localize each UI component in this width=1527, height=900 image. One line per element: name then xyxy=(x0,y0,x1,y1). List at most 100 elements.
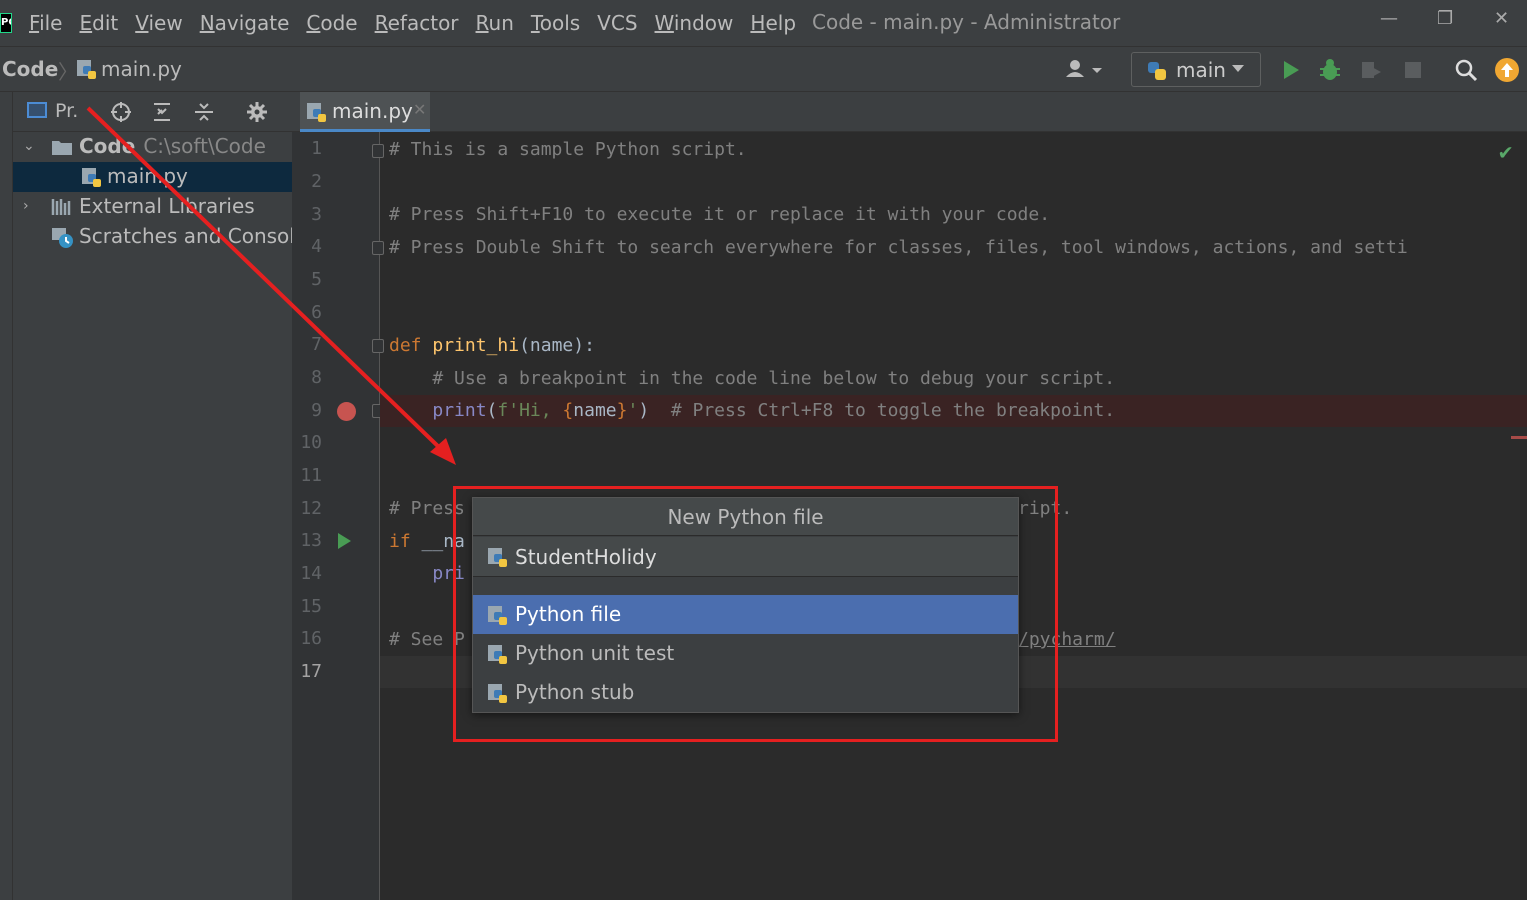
menu-label: ools xyxy=(539,11,581,35)
project-view-dropdown[interactable]: Pr. xyxy=(55,100,78,122)
breakpoint-icon[interactable] xyxy=(337,402,356,421)
line-number: 9 xyxy=(311,400,322,421)
collapse-all-icon[interactable] xyxy=(192,100,216,124)
navigation-bar: Code 〉 main.py main xyxy=(0,46,1527,92)
tree-item-label: External Libraries xyxy=(79,194,255,218)
fstring-brace: } xyxy=(616,400,628,421)
menu-mnemonic: C xyxy=(306,11,321,35)
menu-code[interactable]: Code xyxy=(306,11,357,35)
tree-item-path: C:\soft\Code xyxy=(143,134,266,158)
gear-icon[interactable] xyxy=(245,100,269,124)
search-icon[interactable] xyxy=(1453,57,1479,83)
chevron-right-icon: › xyxy=(23,198,29,214)
menu-label: ode xyxy=(320,11,358,35)
line-number: 13 xyxy=(300,530,322,551)
menu-mnemonic: V xyxy=(135,11,149,35)
python-file-icon xyxy=(306,102,328,128)
line-number: 15 xyxy=(300,596,322,617)
menu-window[interactable]: Window xyxy=(655,11,734,35)
menu-label: iew xyxy=(148,11,183,35)
line-number: 1 xyxy=(311,138,322,159)
menu-edit[interactable]: Edit xyxy=(79,11,118,35)
code-line-8: # Use a breakpoint in the code line belo… xyxy=(389,368,1116,389)
menu-label: efactor xyxy=(387,11,459,35)
fstring-brace: { xyxy=(562,400,574,421)
project-header: Pr. xyxy=(13,92,292,132)
editor-gutter[interactable]: 1 2 3 4 5 6 7 8 9 10 11 12 13 14 15 16 1… xyxy=(292,132,384,900)
inspection-ok-icon[interactable]: ✔ xyxy=(1499,140,1512,165)
menu-navigate[interactable]: Navigate xyxy=(200,11,290,35)
line-number: 11 xyxy=(300,465,322,486)
tree-item-project-root[interactable]: ⌄ Code C:\soft\Code xyxy=(13,132,292,162)
tree-item-scratches[interactable]: Scratches and Consoles xyxy=(13,222,292,252)
menu-view[interactable]: View xyxy=(135,11,182,35)
menu-tools[interactable]: Tools xyxy=(531,11,580,35)
breadcrumb-separator: 〉 xyxy=(58,60,78,84)
menu-mnemonic: F xyxy=(29,11,40,35)
minimize-icon[interactable]: — xyxy=(1380,8,1398,29)
keyword: def xyxy=(389,335,422,356)
tree-item-label: main.py xyxy=(107,164,188,188)
expand-all-icon[interactable] xyxy=(150,100,174,124)
chevron-down-icon: ⌄ xyxy=(23,138,35,154)
menu-mnemonic: V xyxy=(597,11,611,35)
menu-mnemonic: H xyxy=(750,11,766,35)
code-token: ( xyxy=(486,400,498,421)
tree-item-label: Scratches and Consoles xyxy=(79,224,292,248)
run-icon[interactable] xyxy=(1278,57,1304,83)
menu-help[interactable]: Help xyxy=(750,11,796,35)
menu-mnemonic: E xyxy=(79,11,93,35)
code-line-7: def print_hi(name): xyxy=(389,330,595,362)
update-available-icon[interactable] xyxy=(1494,57,1520,83)
breadcrumb-project[interactable]: Code xyxy=(2,57,58,81)
run-configuration-label: main xyxy=(1176,58,1226,82)
user-account-icon[interactable] xyxy=(1064,57,1104,83)
menu-mnemonic: R xyxy=(374,11,388,35)
menu-label: CS xyxy=(610,11,638,35)
tree-item-external-libraries[interactable]: › External Libraries xyxy=(13,192,292,222)
restore-icon[interactable]: ❐ xyxy=(1437,8,1453,29)
line-number: 8 xyxy=(311,367,322,388)
annotation-highlight-box xyxy=(453,486,1058,742)
run-with-coverage-icon[interactable] xyxy=(1358,57,1384,83)
library-icon xyxy=(51,197,73,222)
string: ' xyxy=(627,400,639,421)
run-gutter-icon[interactable] xyxy=(338,533,351,549)
menu-mnemonic: R xyxy=(475,11,489,35)
project-tool-window: Pr. ⌄ Code C:\soft\Code main.py › Externa… xyxy=(13,92,292,900)
locate-file-icon[interactable] xyxy=(109,100,133,124)
menu-label: ile xyxy=(39,11,63,35)
line-number: 2 xyxy=(311,171,322,192)
window-title: Code - main.py - Administrator xyxy=(812,10,1121,34)
breadcrumb-file[interactable]: main.py xyxy=(101,57,182,81)
code-token: (name): xyxy=(519,335,595,356)
close-icon[interactable]: ✕ xyxy=(1494,8,1509,29)
tab-main-py[interactable]: main.py ✕ xyxy=(300,92,430,132)
keyword: if xyxy=(389,531,411,552)
error-stripe-marker[interactable] xyxy=(1511,436,1527,439)
code-token: name xyxy=(573,400,617,421)
menu-mnemonic: T xyxy=(530,11,540,35)
menu-vcs[interactable]: VCS xyxy=(597,11,637,35)
tree-item-main-py[interactable]: main.py xyxy=(13,162,292,192)
line-number: 17 xyxy=(300,661,322,682)
builtin: print xyxy=(432,400,487,421)
stop-icon[interactable] xyxy=(1400,57,1426,83)
string: f'Hi, xyxy=(497,400,563,421)
line-number: 12 xyxy=(300,498,322,519)
menu-run[interactable]: Run xyxy=(476,11,514,35)
menu-file[interactable]: File xyxy=(29,11,62,35)
line-number: 7 xyxy=(311,334,322,355)
menu-refactor[interactable]: Refactor xyxy=(375,11,459,35)
comment: # Press Ctrl+F8 to toggle the breakpoint… xyxy=(649,400,1116,421)
close-tab-icon[interactable]: ✕ xyxy=(413,100,426,119)
line-number: 3 xyxy=(311,204,322,225)
line-number: 16 xyxy=(300,628,322,649)
debug-icon[interactable] xyxy=(1317,57,1343,83)
run-configuration-dropdown[interactable]: main xyxy=(1131,52,1261,87)
editor-tab-bar: main.py ✕ xyxy=(292,92,1527,132)
code-line-4: # Press Double Shift to search everywher… xyxy=(389,237,1408,258)
menu-mnemonic: W xyxy=(654,11,674,35)
line-number: 5 xyxy=(311,269,322,290)
